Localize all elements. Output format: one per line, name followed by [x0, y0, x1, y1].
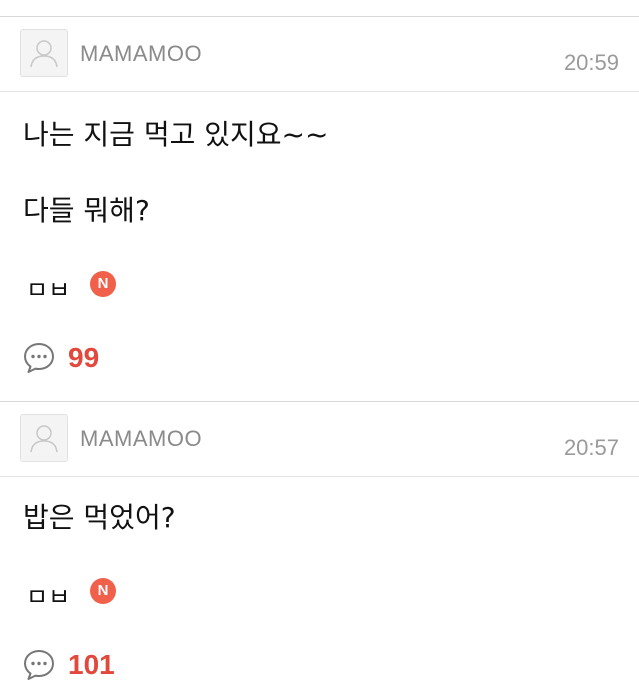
post-text-line: 다들 뭐해?: [23, 194, 150, 227]
post-header: MAMAMOO 20:59: [0, 17, 639, 92]
header-divider: [0, 91, 639, 92]
new-badge: N: [90, 578, 116, 604]
post-card[interactable]: MAMAMOO 20:57 밥은 먹었어? ㅁㅂ N 101: [0, 402, 639, 694]
speech-bubble-icon[interactable]: [22, 341, 56, 375]
post-header: MAMAMOO 20:57: [0, 402, 639, 477]
post-text-line: 나는 지금 먹고 있지요~~: [23, 118, 329, 151]
signature: ㅁㅂ: [26, 583, 71, 611]
post-card[interactable]: MAMAMOO 20:59 나는 지금 먹고 있지요~~ 다들 뭐해? ㅁㅂ N…: [0, 17, 639, 401]
author-name[interactable]: MAMAMOO: [80, 426, 202, 452]
header-divider: [0, 476, 639, 477]
post-time: 20:59: [563, 50, 619, 75]
author-name[interactable]: MAMAMOO: [80, 41, 202, 67]
comment-count[interactable]: 101: [68, 649, 115, 681]
comment-count[interactable]: 99: [68, 342, 99, 374]
post-text-line: 밥은 먹었어?: [23, 501, 176, 534]
default-avatar-icon[interactable]: [20, 29, 68, 77]
new-badge: N: [90, 271, 116, 297]
post-time: 20:57: [563, 435, 619, 460]
signature: ㅁㅂ: [26, 276, 71, 304]
default-avatar-icon[interactable]: [20, 414, 68, 462]
post-feed: MAMAMOO 20:59 나는 지금 먹고 있지요~~ 다들 뭐해? ㅁㅂ N…: [0, 0, 639, 694]
speech-bubble-icon[interactable]: [22, 648, 56, 682]
